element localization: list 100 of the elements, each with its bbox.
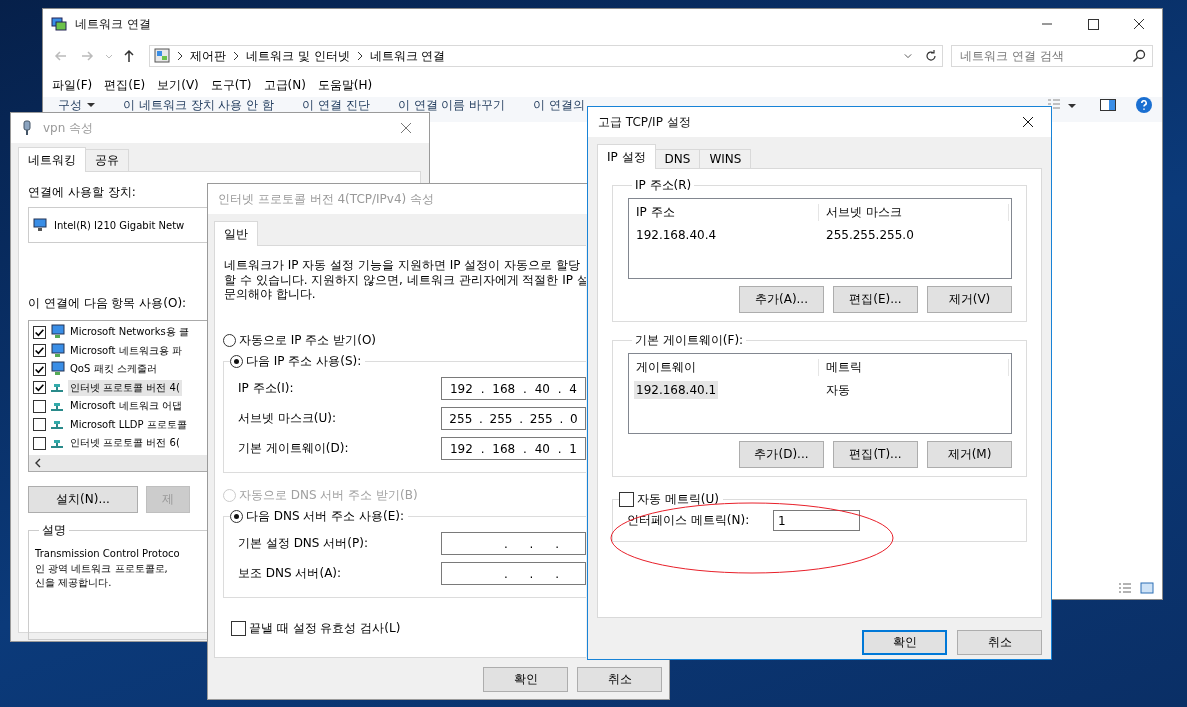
window-title: 인터넷 프로토콜 버전 4(TCP/IPv4) 속성	[218, 190, 435, 208]
chevron-right-icon	[232, 51, 240, 61]
toolbar-button[interactable]: 구성	[58, 98, 95, 112]
dialog-button[interactable]: 설치(N)...	[28, 486, 138, 513]
table-cell[interactable]: 255.255.255.0	[824, 226, 916, 244]
search-icon	[1132, 49, 1146, 63]
help-icon[interactable]	[1136, 97, 1152, 113]
menu-item[interactable]: 고급(N)	[263, 76, 306, 94]
dialog-button[interactable]: 확인	[862, 630, 947, 655]
checkbox[interactable]	[33, 436, 46, 450]
dialog-button[interactable]: 확인	[483, 667, 568, 692]
list-item[interactable]: 인터넷 프로토콜 버전 6(	[68, 435, 182, 452]
scrollbar[interactable]	[29, 455, 208, 471]
checkbox-label[interactable]: 끝낼 때 설정 유효성 검사(L)	[249, 619, 401, 637]
checkbox[interactable]	[33, 325, 46, 339]
network-computer-icon	[49, 324, 65, 341]
tab[interactable]: 일반	[214, 221, 258, 246]
list-item[interactable]: Microsoft Networks용 클	[68, 324, 191, 341]
field-label: 연결에 사용할 장치:	[28, 184, 137, 201]
radio-button[interactable]	[223, 333, 236, 347]
menu-item[interactable]: 도움말(H)	[317, 76, 373, 94]
list-item[interactable]: QoS 패킷 스케줄러	[68, 361, 159, 378]
table-cell[interactable]: 192.168.40.4	[634, 226, 719, 244]
radio-label[interactable]: 자동으로 IP 주소 받기(O)	[239, 331, 377, 349]
menu-item[interactable]: 파일(F)	[52, 76, 93, 94]
breadcrumb-link[interactable]: 네트워크 연결	[369, 47, 446, 65]
tab[interactable]: 공유	[85, 149, 129, 171]
network-adapter-icon	[33, 217, 49, 233]
list-item[interactable]: Microsoft 네트워크 어댑	[68, 398, 184, 415]
radio-label[interactable]: 다음 IP 주소 사용(S):	[246, 352, 362, 370]
metric-field[interactable]: 1	[773, 510, 860, 531]
dialog-button[interactable]: 제거(M)	[927, 441, 1012, 468]
window-title: 네트워크 연결	[75, 15, 151, 33]
column-header[interactable]: 메트릭	[819, 358, 1009, 376]
table-cell[interactable]: 자동	[824, 380, 852, 399]
toolbar-button[interactable]: 이 연결 진단	[302, 98, 370, 112]
dialog-button[interactable]: 편집(E)...	[833, 286, 918, 313]
protocol-icon	[50, 420, 64, 430]
dialog-button[interactable]: 추가(D)...	[739, 441, 824, 468]
scroll-left-icon[interactable]	[33, 458, 43, 468]
protocol-icon	[50, 401, 64, 411]
column-header[interactable]: 서브넷 마스크	[819, 203, 1009, 221]
dialog-button[interactable]: 제거(V)	[927, 286, 1012, 313]
search-field[interactable]: 네트워크 연결 검색	[951, 45, 1153, 67]
address-bar[interactable]: 제어판 네트워크 및 인터넷 네트워크 연결	[149, 45, 943, 67]
group-title: 설명	[41, 522, 67, 539]
menu-item[interactable]: 편집(E)	[104, 76, 146, 94]
checkbox[interactable]	[231, 620, 246, 636]
ip-address-field[interactable]: . . .	[441, 562, 586, 585]
control-panel-icon	[154, 48, 170, 64]
toolbar-button[interactable]: 이 연결 이름 바꾸기	[397, 98, 506, 112]
list-item[interactable]: Microsoft LLDP 프로토콜	[68, 416, 189, 433]
tab[interactable]: WINS	[699, 149, 752, 168]
ip-address-field[interactable]: 192 . 168 . 40 . 4	[441, 377, 586, 400]
checkbox[interactable]	[619, 492, 634, 507]
group-title: IP 주소(R)	[634, 177, 693, 194]
protocol-icon	[50, 383, 64, 393]
large-icons-view-icon[interactable]	[1140, 581, 1154, 595]
tab[interactable]: 네트워킹	[18, 147, 86, 172]
caret-icon[interactable]	[1068, 103, 1076, 109]
checkbox[interactable]	[33, 362, 46, 376]
chevron-right-icon	[176, 51, 184, 61]
field-label: 이 연결에 다음 항목 사용(O):	[28, 295, 188, 312]
menu-item[interactable]: 도구(T)	[210, 76, 252, 94]
checkbox[interactable]	[33, 418, 46, 432]
column-header[interactable]: 게이트웨이	[629, 358, 819, 376]
checkbox[interactable]	[33, 344, 46, 358]
column-header[interactable]: IP 주소	[629, 203, 819, 221]
network-computer-icon	[49, 342, 65, 359]
field-label: 인터페이스 메트릭(N):	[627, 512, 751, 529]
toolbar-button[interactable]: 이 연결의	[533, 98, 585, 112]
network-folder-icon	[51, 16, 67, 32]
ip-address-field[interactable]: 255 . 255 . 255 . 0	[441, 407, 586, 430]
radio-label[interactable]: 다음 DNS 서버 주소 사용(E):	[246, 507, 405, 525]
refresh-icon[interactable]	[924, 49, 938, 63]
dialog-button[interactable]: 편집(T)...	[833, 441, 918, 468]
ip-address-field[interactable]: . . .	[441, 532, 586, 555]
checkbox[interactable]	[33, 381, 46, 395]
caret-icon	[87, 102, 95, 108]
radio-button[interactable]	[230, 354, 243, 368]
dialog-button[interactable]: 취소	[577, 667, 662, 692]
chevron-down-icon[interactable]	[904, 51, 912, 61]
toolbar-button[interactable]: 이 네트워크 장치 사용 안 함	[123, 98, 275, 112]
breadcrumb-link[interactable]: 네트워크 및 인터넷	[246, 47, 350, 65]
tab[interactable]: IP 설정	[597, 144, 656, 169]
menu-item[interactable]: 보기(V)	[157, 76, 199, 94]
preview-pane-icon[interactable]	[1100, 97, 1116, 113]
ip-address-field[interactable]: 192 . 168 . 40 . 1	[441, 437, 586, 460]
table-cell[interactable]: 192.168.40.1	[634, 381, 719, 399]
dialog-button[interactable]: 취소	[957, 630, 1042, 655]
group-title: 기본 게이트웨이(F):	[634, 332, 745, 349]
checkbox[interactable]	[33, 399, 46, 413]
radio-button[interactable]	[230, 509, 243, 523]
list-item[interactable]: Microsoft 네트워크용 파	[68, 342, 184, 359]
list-item[interactable]: 인터넷 프로토콜 버전 4(	[68, 379, 182, 396]
checkbox-label[interactable]: 자동 메트릭(U)	[637, 491, 719, 508]
network-computer-icon	[49, 361, 65, 378]
window-title: 고급 TCP/IP 설정	[598, 113, 691, 131]
breadcrumb-link[interactable]: 제어판	[190, 47, 226, 65]
dialog-button[interactable]: 추가(A)...	[739, 286, 824, 313]
